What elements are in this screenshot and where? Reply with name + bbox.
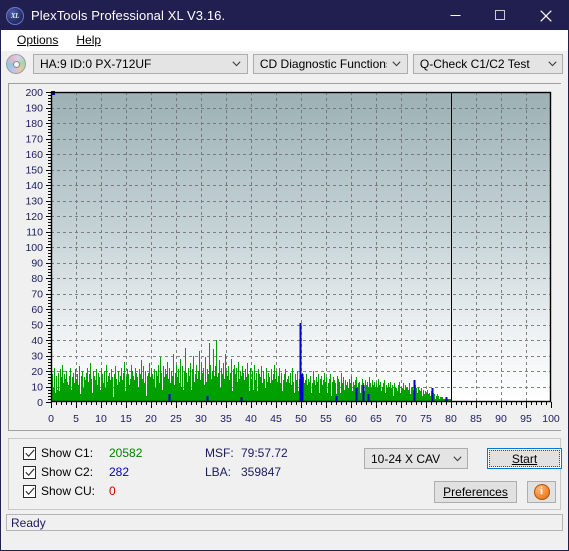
svg-text:20: 20 [145, 413, 157, 425]
chevron-down-icon [447, 455, 467, 462]
svg-text:130: 130 [25, 196, 43, 208]
svg-text:5: 5 [73, 413, 79, 425]
speed-select-value: 10-24 X CAV [371, 451, 441, 466]
svg-text:60: 60 [345, 413, 357, 425]
application-window: XL PlexTools Professional XL V3.16. Opti… [0, 0, 569, 551]
show-cu-label: Show CU: [41, 484, 96, 498]
svg-text:90: 90 [31, 258, 43, 270]
svg-text:120: 120 [25, 211, 43, 223]
svg-text:85: 85 [470, 413, 482, 425]
chart-panel: 0 10 20 30 40 50 60 70 80 90 100 110 120 130 140 150 160… [8, 83, 562, 431]
test-select[interactable]: Q-Check C1/C2 Test [412, 54, 563, 74]
controls-panel: Show C1: 20582 Show C2: 282 Show CU: 0 M… [8, 438, 562, 510]
svg-text:180: 180 [25, 118, 43, 130]
chevron-down-icon [387, 55, 407, 73]
svg-text:65: 65 [370, 413, 382, 425]
svg-text:15: 15 [120, 413, 132, 425]
lba-label: LBA: [205, 465, 232, 479]
svg-text:0: 0 [37, 397, 43, 409]
svg-text:55: 55 [320, 413, 332, 425]
drive-select[interactable]: HA:9 ID:0 PX-712UF [33, 54, 248, 74]
svg-text:160: 160 [25, 149, 43, 161]
start-button-label: Start [511, 451, 538, 466]
svg-text:60: 60 [31, 304, 43, 316]
window-title: PlexTools Professional XL V3.16. [31, 8, 226, 23]
msf-label: MSF: [205, 446, 234, 460]
checkbox-check-icon [23, 446, 36, 460]
svg-text:10: 10 [31, 382, 43, 394]
preferences-button-label: Preferences [443, 485, 508, 499]
status-bar: Ready [6, 514, 563, 531]
svg-text:30: 30 [31, 351, 43, 363]
title-bar: XL PlexTools Professional XL V3.16. [1, 1, 568, 30]
menu-bar: Options Help [1, 30, 568, 51]
svg-text:70: 70 [31, 289, 43, 301]
show-c2-label: Show C2: [41, 465, 94, 479]
svg-text:190: 190 [25, 103, 43, 115]
chevron-down-icon [542, 55, 562, 73]
show-cu-checkbox[interactable]: Show CU: [23, 484, 95, 498]
svg-text:35: 35 [220, 413, 232, 425]
c1-value: 20582 [109, 446, 143, 460]
msf-value: 79:57.72 [241, 446, 288, 460]
svg-text:70: 70 [395, 413, 407, 425]
svg-text:80: 80 [31, 273, 43, 285]
svg-text:200: 200 [25, 87, 43, 99]
function-select-value: CD Diagnostic Functions [259, 57, 387, 71]
show-c1-label: Show C1: [41, 446, 94, 460]
svg-text:150: 150 [25, 165, 43, 177]
svg-text:50: 50 [295, 413, 307, 425]
svg-text:40: 40 [245, 413, 257, 425]
show-c2-checkbox[interactable]: Show C2: [23, 465, 93, 479]
chevron-down-icon [227, 55, 247, 73]
svg-text:80: 80 [445, 413, 457, 425]
svg-text:0: 0 [48, 413, 54, 425]
svg-text:95: 95 [520, 413, 532, 425]
svg-text:100: 100 [25, 242, 43, 254]
window-buttons [433, 1, 568, 30]
plot-area: 0 10 20 30 40 50 60 70 80 90 100 110 120 130 140 150 160… [9, 84, 562, 430]
xl-logo-icon: XL [6, 6, 24, 25]
function-select[interactable]: CD Diagnostic Functions [252, 54, 408, 74]
menu-help-label: Help [76, 33, 102, 47]
cu-value: 0 [109, 484, 116, 498]
svg-text:30: 30 [195, 413, 207, 425]
svg-text:140: 140 [25, 180, 43, 192]
close-icon[interactable] [523, 1, 568, 30]
menu-item-options[interactable]: Options [8, 30, 67, 51]
svg-text:75: 75 [420, 413, 432, 425]
maximize-icon[interactable] [478, 1, 523, 30]
c1-c2-error-chart: 0102030405060708090100110120130140150160… [9, 84, 562, 430]
svg-text:100: 100 [542, 413, 560, 425]
status-text: Ready [11, 515, 46, 530]
svg-text:45: 45 [270, 413, 282, 425]
lba-value: 359847 [241, 465, 282, 479]
start-button-inner: Start [489, 450, 560, 467]
start-button[interactable]: Start [487, 448, 562, 469]
menu-options-label: Options [17, 33, 59, 47]
minimize-icon[interactable] [433, 1, 478, 30]
show-c1-checkbox[interactable]: Show C1: [23, 446, 93, 460]
info-button[interactable]: i [527, 481, 556, 503]
toolbar: HA:9 ID:0 PX-712UF CD Diagnostic Functio… [1, 51, 568, 77]
c2-value: 282 [109, 465, 130, 479]
svg-text:110: 110 [26, 227, 43, 239]
cd-disc-icon [6, 54, 26, 74]
svg-text:50: 50 [31, 320, 43, 332]
menu-item-help[interactable]: Help [67, 30, 110, 51]
svg-text:25: 25 [170, 413, 182, 425]
svg-text:90: 90 [495, 413, 507, 425]
svg-text:170: 170 [25, 134, 43, 146]
preferences-button[interactable]: Preferences [434, 481, 517, 503]
info-icon: i [533, 484, 550, 500]
checkbox-check-icon [23, 484, 36, 498]
svg-text:20: 20 [31, 366, 43, 378]
svg-text:40: 40 [31, 335, 43, 347]
test-select-value: Q-Check C1/C2 Test [419, 57, 530, 71]
speed-select[interactable]: 10-24 X CAV [364, 448, 468, 469]
checkbox-check-icon [23, 465, 36, 479]
svg-text:10: 10 [95, 413, 107, 425]
drive-select-value: HA:9 ID:0 PX-712UF [40, 57, 152, 71]
